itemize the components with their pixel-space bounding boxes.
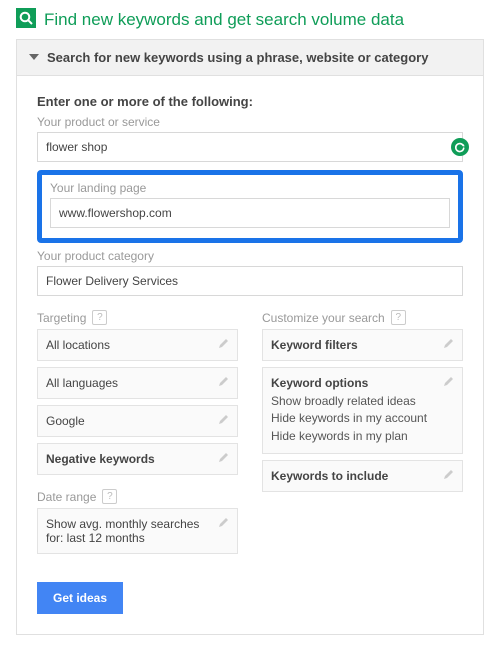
targeting-network[interactable]: Google — [37, 405, 238, 437]
page-title: Find new keywords and get search volume … — [44, 10, 404, 30]
date-range-label: Date range — [37, 490, 96, 504]
help-icon[interactable]: ? — [391, 310, 406, 325]
accordion-title: Search for new keywords using a phrase, … — [47, 50, 428, 65]
chip-label: All languages — [46, 376, 118, 390]
landing-page-label: Your landing page — [50, 181, 450, 195]
keyword-option-line: Show broadly related ideas — [271, 393, 454, 410]
lead-text: Enter one or more of the following: — [37, 94, 463, 109]
chip-label: Negative keywords — [46, 452, 155, 466]
keyword-option-line: Hide keywords in my account — [271, 410, 454, 427]
pencil-icon — [443, 375, 455, 390]
keyword-option-line: Hide keywords in my plan — [271, 428, 454, 445]
search-icon — [16, 8, 36, 31]
pencil-icon — [443, 337, 455, 352]
chip-label: Keyword filters — [271, 338, 358, 352]
pencil-icon — [218, 375, 230, 390]
chip-label: Google — [46, 414, 85, 428]
landing-page-highlight: Your landing page — [37, 170, 463, 243]
keywords-to-include[interactable]: Keywords to include — [262, 460, 463, 492]
chip-label: All locations — [46, 338, 110, 352]
date-range-chip[interactable]: Show avg. monthly searches for: last 12 … — [37, 508, 238, 554]
customize-label: Customize your search — [262, 311, 385, 325]
caret-down-icon — [29, 50, 47, 65]
keyword-accordion: Search for new keywords using a phrase, … — [16, 39, 484, 635]
grammarly-icon — [451, 138, 469, 156]
accordion-header[interactable]: Search for new keywords using a phrase, … — [17, 40, 483, 75]
chip-label: Keyword options — [271, 376, 368, 390]
keyword-options[interactable]: Keyword options Show broadly related ide… — [262, 367, 463, 454]
pencil-icon — [218, 413, 230, 428]
get-ideas-button[interactable]: Get ideas — [37, 582, 123, 614]
targeting-label: Targeting — [37, 311, 86, 325]
targeting-negative-keywords[interactable]: Negative keywords — [37, 443, 238, 475]
date-range-line1: Show avg. monthly searches — [46, 517, 229, 531]
help-icon[interactable]: ? — [102, 489, 117, 504]
chip-label: Keywords to include — [271, 469, 388, 483]
help-icon[interactable]: ? — [92, 310, 107, 325]
targeting-locations[interactable]: All locations — [37, 329, 238, 361]
pencil-icon — [218, 337, 230, 352]
product-category-input[interactable] — [37, 266, 463, 296]
product-category-label: Your product category — [37, 249, 463, 263]
pencil-icon — [218, 516, 230, 531]
pencil-icon — [218, 451, 230, 466]
product-service-input[interactable] — [37, 132, 463, 162]
keyword-filters[interactable]: Keyword filters — [262, 329, 463, 361]
pencil-icon — [443, 468, 455, 483]
accordion-body: Enter one or more of the following: Your… — [17, 75, 483, 634]
targeting-languages[interactable]: All languages — [37, 367, 238, 399]
landing-page-input[interactable] — [50, 198, 450, 228]
product-service-label: Your product or service — [37, 115, 463, 129]
date-range-line2: for: last 12 months — [46, 531, 229, 545]
